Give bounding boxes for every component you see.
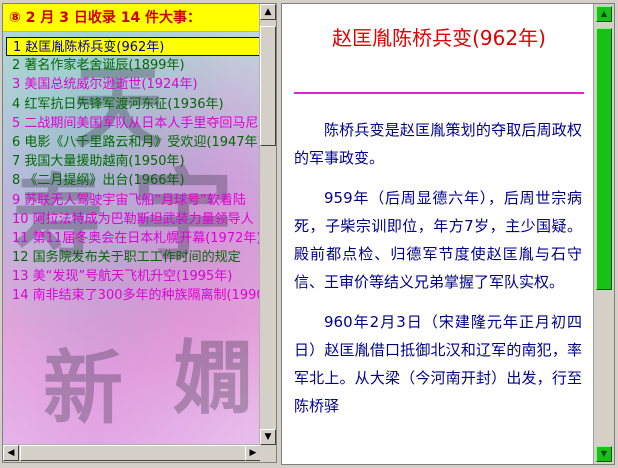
event-list-item[interactable]: 2 著名作家老舍诞辰(1899年)	[6, 56, 274, 75]
scrollbar-corner	[260, 445, 276, 462]
event-list-item[interactable]: 7 我国大量援助越南(1950年)	[6, 152, 274, 171]
article-paragraph: 959年（后周显德六年），后周世宗病死，子柴宗训即位，年方7岁，主少国疑。殿前都…	[294, 189, 582, 291]
calligraphy-char: 嫺	[173, 331, 253, 425]
event-list-item[interactable]: 3 美国总统威尔逊逝世(1924年)	[6, 75, 274, 94]
list-horizontal-scrollbar[interactable]: ◀ ▶	[3, 444, 261, 462]
vertical-scroll-thumb[interactable]	[260, 26, 276, 146]
list-header: ⑧ 2 月 3 日收录 14 件大事：	[3, 4, 276, 32]
scroll-up-arrow-icon[interactable]: ▲	[596, 6, 612, 22]
title-divider	[294, 92, 584, 94]
event-list-item[interactable]: 4 红军抗日先锋军渡河东征(1936年)	[6, 95, 274, 114]
list-vertical-scrollbar[interactable]: ▲ ▼	[259, 4, 276, 445]
event-list: 1 赵匡胤陈桥兵变(962年) 2 著名作家老舍诞辰(1899年) 3 美国总统威尔…	[6, 37, 274, 306]
event-list-item[interactable]: 1 赵匡胤陈桥兵变(962年)	[6, 37, 274, 57]
article-paragraph: 960年2月3日（宋建隆元年正月初四日）赵匡胤借口抵御北汉和辽军的南犯，率军北上…	[294, 313, 582, 415]
event-list-item[interactable]: 5 二战期间美国军队从日本人手里夺回马尼拉	[6, 114, 274, 133]
event-list-item[interactable]: 13 美“发现”号航天飞机升空(1995年)	[6, 267, 274, 286]
event-list-item[interactable]: 8 《二月提纲》出台(1966年)	[6, 171, 274, 190]
article-panel: 赵匡胤陈桥兵变(962年) 陈桥兵变是赵匡胤策划的夺取后周政权的军事政变。 95…	[281, 3, 615, 465]
scroll-up-arrow-icon[interactable]: ▲	[260, 4, 276, 20]
article-body: 陈桥兵变是赵匡胤策划的夺取后周政权的军事政变。 959年（后周显德六年），后周世…	[294, 116, 582, 432]
scroll-down-arrow-icon[interactable]: ▼	[260, 429, 276, 445]
event-list-item[interactable]: 6 电影《八千里路云和月》受欢迎(1947年)	[6, 133, 274, 152]
event-list-item[interactable]: 10 阿拉法特成为巴勒斯坦武装力量领导人	[6, 210, 274, 229]
article-title: 赵匡胤陈桥兵变(962年)	[332, 26, 546, 50]
event-list-item[interactable]: 14 南非结束了300多年的种族隔离制(1990年)	[6, 286, 274, 305]
calligraphy-char: 新	[43, 341, 123, 435]
event-list-item[interactable]: 9 苏联无人驾驶宇宙飞船“月球号”软着陆	[6, 191, 274, 210]
article-paragraph: 陈桥兵变是赵匡胤策划的夺取后周政权的军事政变。	[294, 121, 582, 167]
event-list-item[interactable]: 12 国务院发布关于职工工作时间的规定	[6, 248, 274, 267]
scroll-right-arrow-icon[interactable]: ▶	[245, 445, 261, 461]
scroll-left-arrow-icon[interactable]: ◀	[3, 445, 19, 461]
article-scroll-thumb[interactable]	[596, 28, 612, 290]
event-list-item[interactable]: 11 第11届冬奥会在日本札幌开幕(1972年)	[6, 229, 274, 248]
scroll-down-arrow-icon[interactable]: ▼	[596, 446, 612, 462]
event-list-panel: 天 宇 寿 新 嫺 ⑧ 2 月 3 日收录 14 件大事： 1 赵匡胤陈桥兵变(…	[2, 3, 277, 463]
article-vertical-scrollbar[interactable]: ▲ ▼	[593, 4, 614, 464]
horizontal-scroll-thumb[interactable]	[20, 445, 252, 461]
